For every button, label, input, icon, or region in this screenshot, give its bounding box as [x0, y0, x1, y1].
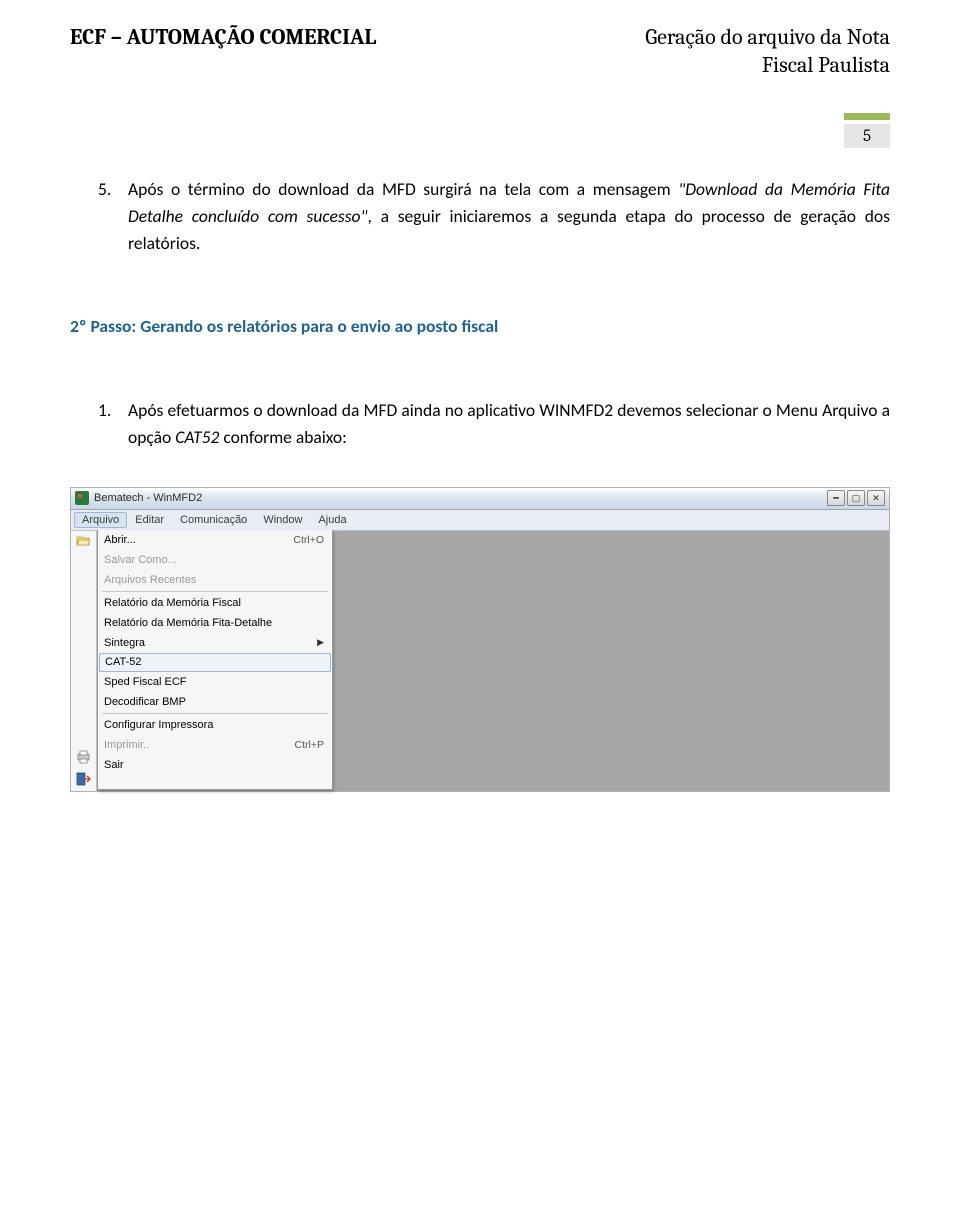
section-title: 2º Passo: Gerando os relatórios para o e…	[70, 313, 890, 340]
close-button[interactable]: ✕	[867, 490, 885, 506]
window-title: Bematech - WinMFD2	[94, 492, 202, 504]
menu-item-cat52[interactable]: CAT-52	[99, 653, 331, 672]
list-number-1: 1.	[70, 397, 128, 451]
print-icon[interactable]	[76, 749, 92, 765]
menu-item-sped-fiscal[interactable]: Sped Fiscal ECF	[98, 672, 332, 692]
mdi-client-area	[333, 531, 889, 791]
menu-item-config-impressora[interactable]: Configurar Impressora	[98, 715, 332, 735]
header-right-line1: Geração do arquivo da Nota	[645, 24, 890, 52]
page-number-accent	[844, 113, 890, 120]
list-number-5: 5.	[70, 176, 128, 257]
arquivo-dropdown: Abrir... Ctrl+O Salvar Como... Arquivos …	[97, 530, 333, 790]
workspace: Abrir... Ctrl+O Salvar Como... Arquivos …	[71, 531, 889, 791]
menu-item-decodificar-bmp[interactable]: Decodificar BMP	[98, 692, 332, 712]
p5-prefix: Após o término do download da MFD surgir…	[128, 178, 678, 200]
doc-header: ECF – AUTOMAÇÃO COMERCIAL Geração do arq…	[70, 24, 890, 79]
page-number: 5	[844, 124, 890, 148]
app-window: Bematech - WinMFD2 ━ ▢ ✕ Arquivo Editar …	[70, 487, 890, 792]
p1-italic: CAT52	[175, 426, 219, 448]
titlebar[interactable]: Bematech - WinMFD2 ━ ▢ ✕	[71, 488, 889, 510]
menu-item-imprimir: Imprimir.. Ctrl+P	[98, 735, 332, 755]
app-icon	[75, 491, 89, 505]
exit-icon[interactable]	[76, 771, 92, 787]
menu-window[interactable]: Window	[255, 512, 310, 528]
minimize-button[interactable]: ━	[827, 490, 845, 506]
open-icon[interactable]	[76, 533, 92, 549]
page-number-block: 5	[70, 113, 890, 148]
paragraph-5: 5. Após o término do download da MFD sur…	[70, 176, 890, 257]
menu-item-rel-mem-fita-detalhe[interactable]: Relatório da Memória Fita-Detalhe	[98, 613, 332, 633]
menu-item-sintegra[interactable]: Sintegra ▶	[98, 633, 332, 653]
menu-separator	[102, 591, 328, 592]
menu-item-arquivos-recentes: Arquivos Recentes	[98, 570, 332, 590]
paragraph-5-text: Após o término do download da MFD surgir…	[128, 176, 890, 257]
menubar: Arquivo Editar Comunicação Window Ajuda	[71, 510, 889, 531]
shortcut-ctrl-p: Ctrl+P	[287, 739, 324, 751]
menu-separator	[102, 713, 328, 714]
shortcut-ctrl-o: Ctrl+O	[285, 534, 324, 546]
header-right-line2: Fiscal Paulista	[645, 52, 890, 80]
menu-item-salvar-como: Salvar Como...	[98, 550, 332, 570]
menu-comunicacao[interactable]: Comunicação	[172, 512, 255, 528]
menu-arquivo[interactable]: Arquivo	[74, 512, 127, 528]
paragraph-1: 1. Após efetuarmos o download da MFD ain…	[70, 397, 890, 451]
menu-item-abrir[interactable]: Abrir... Ctrl+O	[98, 530, 332, 550]
submenu-arrow-icon: ▶	[311, 637, 324, 648]
menu-editar[interactable]: Editar	[127, 512, 172, 528]
toolbar-strip	[71, 531, 97, 791]
p1-suffix: conforme abaixo:	[219, 426, 346, 448]
header-left: ECF – AUTOMAÇÃO COMERCIAL	[70, 24, 376, 50]
menu-item-rel-mem-fiscal[interactable]: Relatório da Memória Fiscal	[98, 593, 332, 613]
menu-item-sair[interactable]: Sair	[98, 755, 332, 775]
header-right: Geração do arquivo da Nota Fiscal Paulis…	[645, 24, 890, 79]
menu-ajuda[interactable]: Ajuda	[310, 512, 354, 528]
paragraph-1-text: Após efetuarmos o download da MFD ainda …	[128, 397, 890, 451]
maximize-button[interactable]: ▢	[847, 490, 865, 506]
